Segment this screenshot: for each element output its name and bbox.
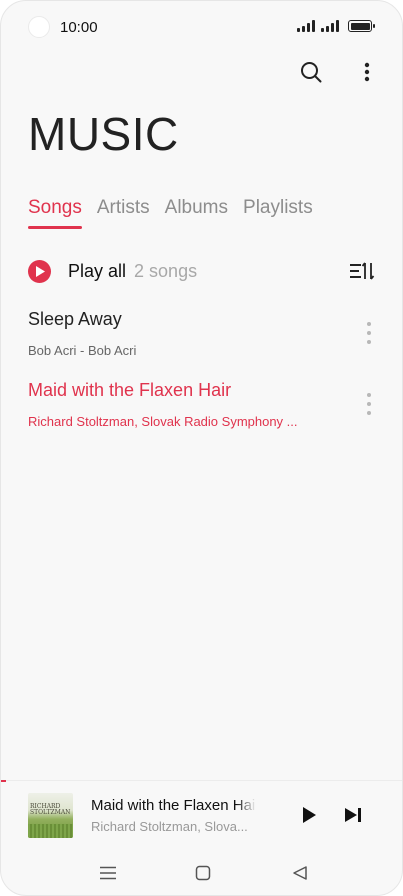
home-icon[interactable] (193, 863, 213, 883)
song-count: 2 songs (134, 260, 198, 281)
song-title: Maid with the Flaxen Hair (28, 380, 232, 400)
play-icon[interactable] (28, 259, 51, 283)
now-playing-artist: Richard Stoltzman, Slova... (91, 819, 248, 834)
mini-player[interactable]: RICHARD STOLTZMAN Maid with the Flaxen H… (1, 780, 402, 848)
skip-next-icon[interactable] (344, 806, 362, 824)
album-art[interactable]: RICHARD STOLTZMAN (28, 793, 73, 838)
search-icon[interactable] (298, 59, 324, 85)
play-all-label[interactable]: Play all (68, 261, 126, 282)
top-actions (298, 59, 380, 85)
music-app-screen: 10:00 MUSIC Songs Artists Albums Playlis… (0, 0, 403, 896)
back-icon[interactable] (290, 863, 310, 883)
tab-bar: Songs Artists Albums Playlists (28, 197, 313, 229)
page-title: MUSIC (28, 108, 179, 160)
system-nav-bar (1, 851, 402, 895)
mini-player-info[interactable]: Maid with the Flaxen Hair Richard Stoltz… (91, 797, 256, 834)
album-art-text: RICHARD STOLTZMAN (30, 803, 71, 816)
menu-icon[interactable] (98, 863, 118, 883)
status-time: 10:00 (60, 19, 98, 36)
now-playing-title: Maid with the Flaxen Hair (91, 797, 256, 814)
status-icons (297, 20, 375, 32)
signal-icon (297, 20, 315, 32)
front-camera (28, 16, 50, 38)
song-artist: Richard Stoltzman, Slovak Radio Symphony… (28, 414, 298, 429)
tab-songs[interactable]: Songs (28, 197, 82, 229)
sort-icon[interactable] (349, 260, 375, 282)
play-icon[interactable] (301, 806, 317, 824)
signal-icon-2 (321, 20, 339, 32)
tab-playlists[interactable]: Playlists (243, 197, 313, 229)
play-all-row[interactable]: Play all 2 songs (28, 255, 375, 287)
song-title: Sleep Away (28, 309, 122, 329)
album-art-grass (28, 824, 73, 838)
playback-progress (1, 780, 6, 782)
more-vertical-icon[interactable] (364, 322, 374, 344)
battery-icon (348, 20, 375, 32)
tab-albums[interactable]: Albums (165, 197, 228, 229)
more-vertical-icon[interactable] (354, 59, 380, 85)
status-bar: 10:00 (1, 1, 402, 55)
song-list: Sleep Away Bob Acri - Bob Acri Maid with… (1, 301, 402, 443)
song-artist: Bob Acri - Bob Acri (28, 343, 137, 358)
tab-artists[interactable]: Artists (97, 197, 150, 229)
list-item[interactable]: Maid with the Flaxen Hair Richard Stoltz… (1, 372, 402, 443)
list-item[interactable]: Sleep Away Bob Acri - Bob Acri (1, 301, 402, 372)
more-vertical-icon[interactable] (364, 393, 374, 415)
